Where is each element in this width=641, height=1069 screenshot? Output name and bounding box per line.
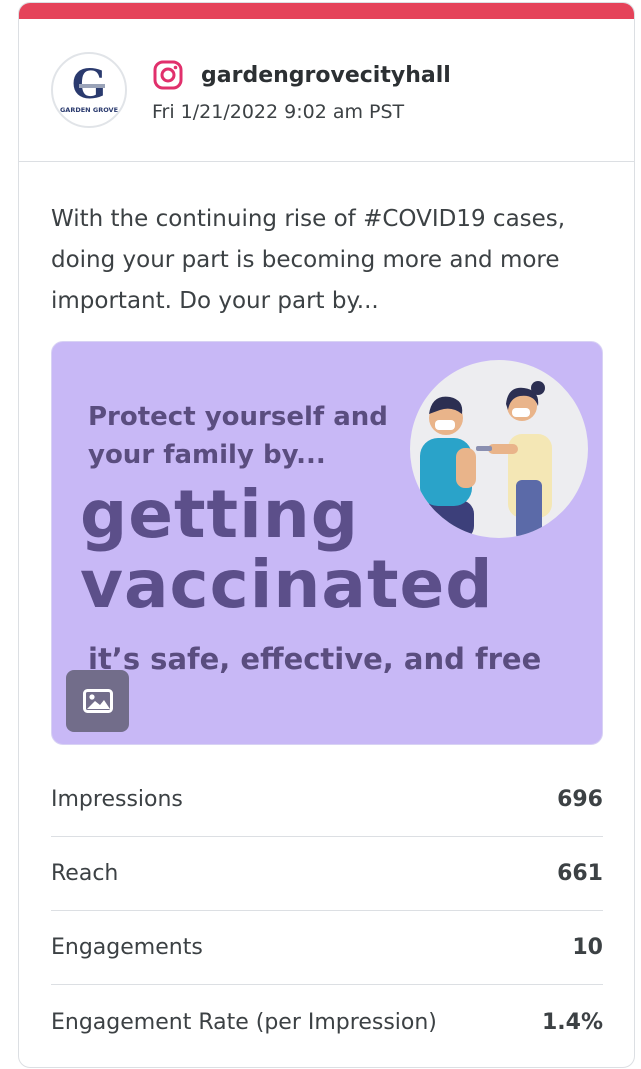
- post-header: G GARDEN GROVE gardengrovecityhall Fri 1…: [19, 19, 634, 162]
- account-name[interactable]: gardengrovecityhall: [201, 63, 451, 88]
- metric-value: 1.4%: [541, 1009, 603, 1035]
- image-headline: Protect yourself and your family by...: [88, 402, 388, 470]
- metric-label: Engagements: [51, 935, 203, 960]
- accent-bar: [19, 3, 634, 19]
- metric-label: Impressions: [51, 787, 183, 812]
- instagram-icon: [153, 60, 183, 90]
- post-caption: With the continuing rise of #COVID19 cas…: [51, 206, 566, 314]
- avatar[interactable]: G GARDEN GROVE: [51, 52, 127, 128]
- post-image[interactable]: Protect yourself and your family by... g…: [51, 341, 603, 745]
- post-timestamp: Fri 1/21/2022 9:02 am PST: [152, 101, 405, 123]
- metric-label: Engagement Rate (per Impression): [51, 1009, 437, 1035]
- post-card: G GARDEN GROVE gardengrovecityhall Fri 1…: [18, 2, 635, 1068]
- metric-label: Reach: [51, 861, 119, 886]
- metric-row-impressions: Impressions 696: [51, 763, 603, 837]
- metric-row-engagement-rate: Engagement Rate (per Impression) 1.4%: [51, 985, 603, 1059]
- image-type-badge[interactable]: [66, 670, 129, 732]
- image-icon: [83, 689, 113, 713]
- metric-value: 696: [557, 787, 603, 812]
- metric-row-engagements: Engagements 10: [51, 911, 603, 985]
- metrics-table: Impressions 696 Reach 661 Engagements 10…: [51, 763, 603, 1059]
- avatar-text: GARDEN GROVE: [60, 106, 118, 114]
- vaccination-illustration: [410, 360, 588, 538]
- metric-value: 661: [557, 861, 603, 886]
- image-tagline: it’s safe, effective, and free: [88, 642, 542, 676]
- metric-row-reach: Reach 661: [51, 837, 603, 911]
- metric-value: 10: [572, 935, 603, 960]
